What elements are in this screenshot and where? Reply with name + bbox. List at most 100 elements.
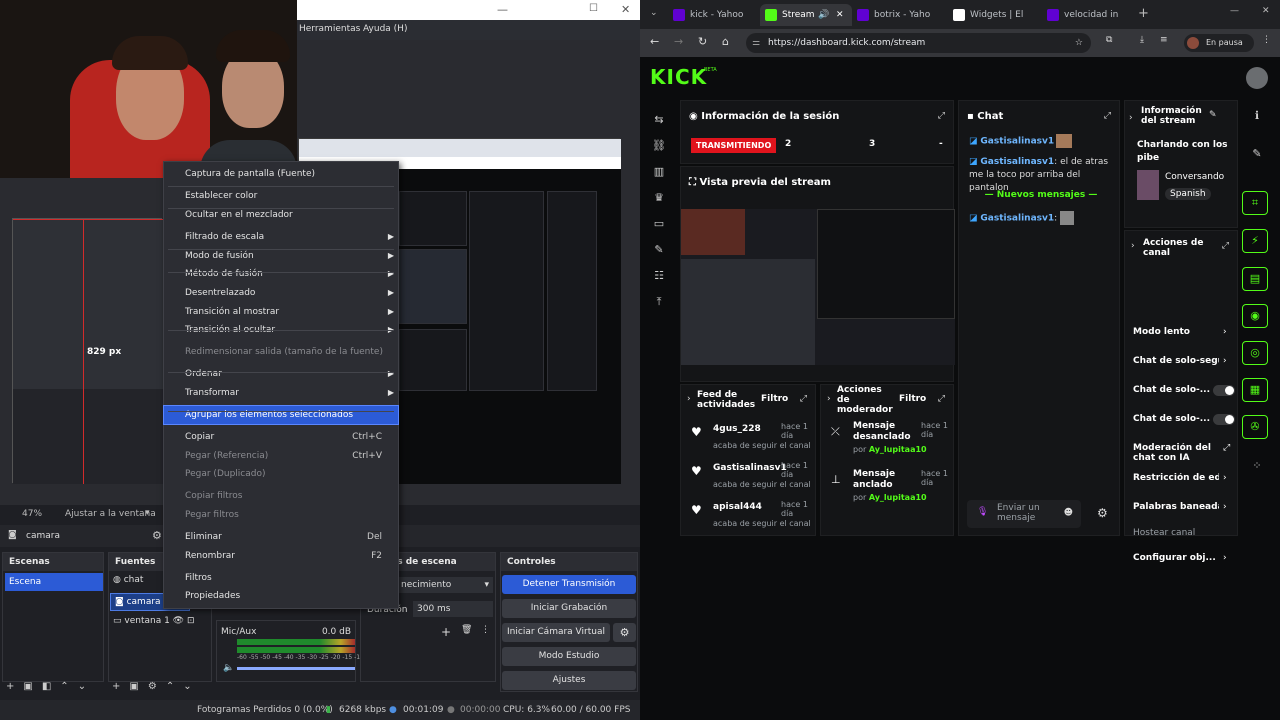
context-menu-item[interactable]: Copiar Ctrl+C [164, 428, 398, 446]
list-icon[interactable]: ▤ [1242, 267, 1268, 291]
plus-icon[interactable]: + [441, 625, 451, 639]
arrow-down-icon[interactable]: ⌄ [78, 681, 95, 692]
context-menu-item[interactable]: Redimensionar salida (tamaño de la fuent… [164, 343, 398, 361]
zoom-fit-select[interactable]: Ajustar a la ventana [65, 509, 156, 519]
speaker-icon[interactable]: 🔊 [818, 4, 829, 26]
back-icon[interactable]: ← [650, 35, 659, 48]
info-icon[interactable]: ℹ [1250, 109, 1264, 123]
context-menu-item[interactable]: Método de fusión ▶ [164, 265, 398, 283]
zoom-level[interactable]: 47% [22, 509, 42, 519]
preview-scene-canvas[interactable]: 829 px [12, 218, 163, 484]
gear-icon[interactable]: ⚙ [1097, 506, 1108, 520]
context-menu-item[interactable]: Agrupar los elementos seleccionados [163, 405, 399, 425]
edit-icon[interactable]: ✎ [1250, 147, 1264, 161]
wrench-icon[interactable]: ✇ [1242, 415, 1268, 439]
more-icon[interactable]: ⁘ [1250, 459, 1264, 473]
menu-herramientas[interactable]: Herramientas [299, 24, 360, 34]
home-icon[interactable]: ⌂ [722, 35, 729, 48]
profile-button[interactable]: En pausa [1184, 34, 1254, 52]
gear-icon[interactable]: ⚙ [152, 529, 162, 542]
toggle-switch[interactable] [1213, 414, 1235, 425]
channel-action-item[interactable]: Chat de solo-segu › [1133, 356, 1237, 376]
extensions-icon[interactable]: ⧉ [1106, 35, 1112, 45]
more-icon[interactable]: ⋮ [481, 625, 490, 635]
context-menu-item[interactable]: Renombrar F2 [164, 547, 398, 565]
edit-icon[interactable]: ✎ [1209, 110, 1217, 120]
trophy-icon[interactable]: ♛ [652, 191, 666, 205]
filter-icon[interactable]: ◧ [42, 681, 60, 692]
context-menu-item[interactable]: Propiedades [164, 587, 398, 605]
speaker-icon[interactable]: 🔈 [223, 663, 234, 673]
gear-icon[interactable]: ⚙ [148, 681, 166, 692]
arrow-up-icon[interactable]: ⌃ [60, 681, 77, 692]
new-tab-icon[interactable]: + [1138, 6, 1149, 21]
channel-action-item[interactable]: Hostear canal [1133, 528, 1237, 548]
context-menu-item[interactable]: Filtros [164, 569, 398, 587]
link-icon[interactable]: ⛓ [652, 139, 666, 153]
source-item-chat[interactable]: ◍ chat [113, 575, 143, 585]
scene-item[interactable]: Escena [5, 573, 103, 591]
layout-icon[interactable]: ▦ [1242, 378, 1268, 402]
context-menu-item[interactable]: Transición al mostrar ▶ [164, 303, 398, 321]
browser-tab-active[interactable]: Stream 🔊 ✕ [760, 4, 852, 26]
expand-icon[interactable]: ⤢ [1104, 111, 1111, 121]
transition-select[interactable]: necimiento ▾ [397, 577, 493, 593]
start-recording-button[interactable]: Iniciar Grabación [502, 599, 636, 618]
mod-username[interactable]: Ay_lupitaa10 [869, 493, 927, 502]
forward-icon[interactable]: → [674, 35, 683, 48]
activity-user[interactable]: 4gus_228 [713, 424, 761, 434]
menu-ayuda[interactable]: Ayuda (H) [363, 24, 407, 34]
channel-action-item[interactable]: Restricción de ed › [1133, 473, 1237, 493]
studio-mode-button[interactable]: Modo Estudio [502, 647, 636, 666]
context-menu-item[interactable]: Copiar filtros [164, 487, 398, 505]
channel-action-item[interactable]: Chat de solo-... [1133, 414, 1237, 434]
context-menu-item[interactable]: Eliminar Del [164, 528, 398, 546]
toggle-switch[interactable] [1213, 385, 1235, 396]
address-bar[interactable]: ⚌ https://dashboard.kick.com/stream ☆ [746, 33, 1091, 53]
duration-input[interactable]: 300 ms [413, 601, 493, 617]
upload-icon[interactable]: ⤒ [652, 295, 666, 309]
avatar[interactable] [1246, 67, 1268, 89]
activity-user[interactable]: Gastisalinasv1 [713, 463, 787, 473]
users-icon[interactable]: ☷ [652, 269, 666, 283]
kick-logo[interactable]: KICK [650, 65, 707, 89]
reading-list-icon[interactable]: ≡ [1160, 35, 1168, 45]
filter-button[interactable]: Filtro [899, 394, 926, 404]
eye-icon[interactable]: 👁 [170, 616, 184, 626]
context-menu-item[interactable]: Filtrado de escala ▶ [164, 228, 398, 246]
close-icon[interactable]: ✕ [621, 3, 630, 16]
new-messages-divider[interactable]: — Nuevos mensajes — [969, 190, 1113, 200]
channel-action-item[interactable]: Moderación del chat con IA ⤢ [1133, 443, 1237, 463]
arrow-up-icon[interactable]: ⌃ [166, 681, 183, 692]
filter-button[interactable]: Filtro [761, 394, 788, 404]
chat-username[interactable]: Gastisalinasv1 [980, 157, 1054, 167]
more-icon[interactable]: ⋮ [1262, 35, 1271, 45]
context-menu-item[interactable]: Pegar filtros [164, 506, 398, 524]
expand-icon[interactable]: ⤢ [938, 111, 945, 121]
lock-icon[interactable]: ⊡ [184, 616, 195, 626]
download-icon[interactable]: ⤓ [1140, 35, 1144, 45]
plus-icon[interactable]: + [6, 681, 23, 692]
chevron-right-icon[interactable]: › [687, 394, 691, 404]
trash-icon[interactable]: ▣ [23, 681, 41, 692]
channel-action-item[interactable]: Chat de solo-... [1133, 385, 1237, 405]
bolt-icon[interactable]: ⚡ [1242, 229, 1268, 253]
chevron-right-icon[interactable]: › [1129, 113, 1133, 123]
volume-slider[interactable] [237, 667, 355, 670]
trash-icon[interactable]: ▣ [129, 681, 147, 692]
chevron-right-icon[interactable]: › [827, 394, 831, 404]
context-menu-item[interactable]: Transformar ▶ [164, 384, 398, 402]
context-menu-item[interactable]: Desentrelazado ▶ [164, 284, 398, 302]
chat-icon[interactable]: ◉ [1242, 304, 1268, 328]
browser-tab[interactable]: Widgets | El [948, 4, 1042, 26]
channel-action-item[interactable]: Modo lento › [1133, 327, 1237, 347]
browser-tab[interactable]: botrix - Yaho [852, 4, 946, 26]
stop-stream-button[interactable]: Detener Transmisión [502, 575, 636, 594]
expand-icon[interactable]: ⤢ [800, 394, 807, 404]
virtual-camera-button[interactable]: Iniciar Cámara Virtual [502, 623, 610, 642]
star-icon[interactable]: ☆ [1075, 33, 1083, 53]
context-menu-item[interactable]: Pegar (Referencia) Ctrl+V [164, 447, 398, 465]
video-icon[interactable]: ▭ [652, 217, 666, 231]
broadcast-icon[interactable]: ◎ [1242, 341, 1268, 365]
collapse-icon[interactable]: ⇆ [652, 113, 666, 127]
